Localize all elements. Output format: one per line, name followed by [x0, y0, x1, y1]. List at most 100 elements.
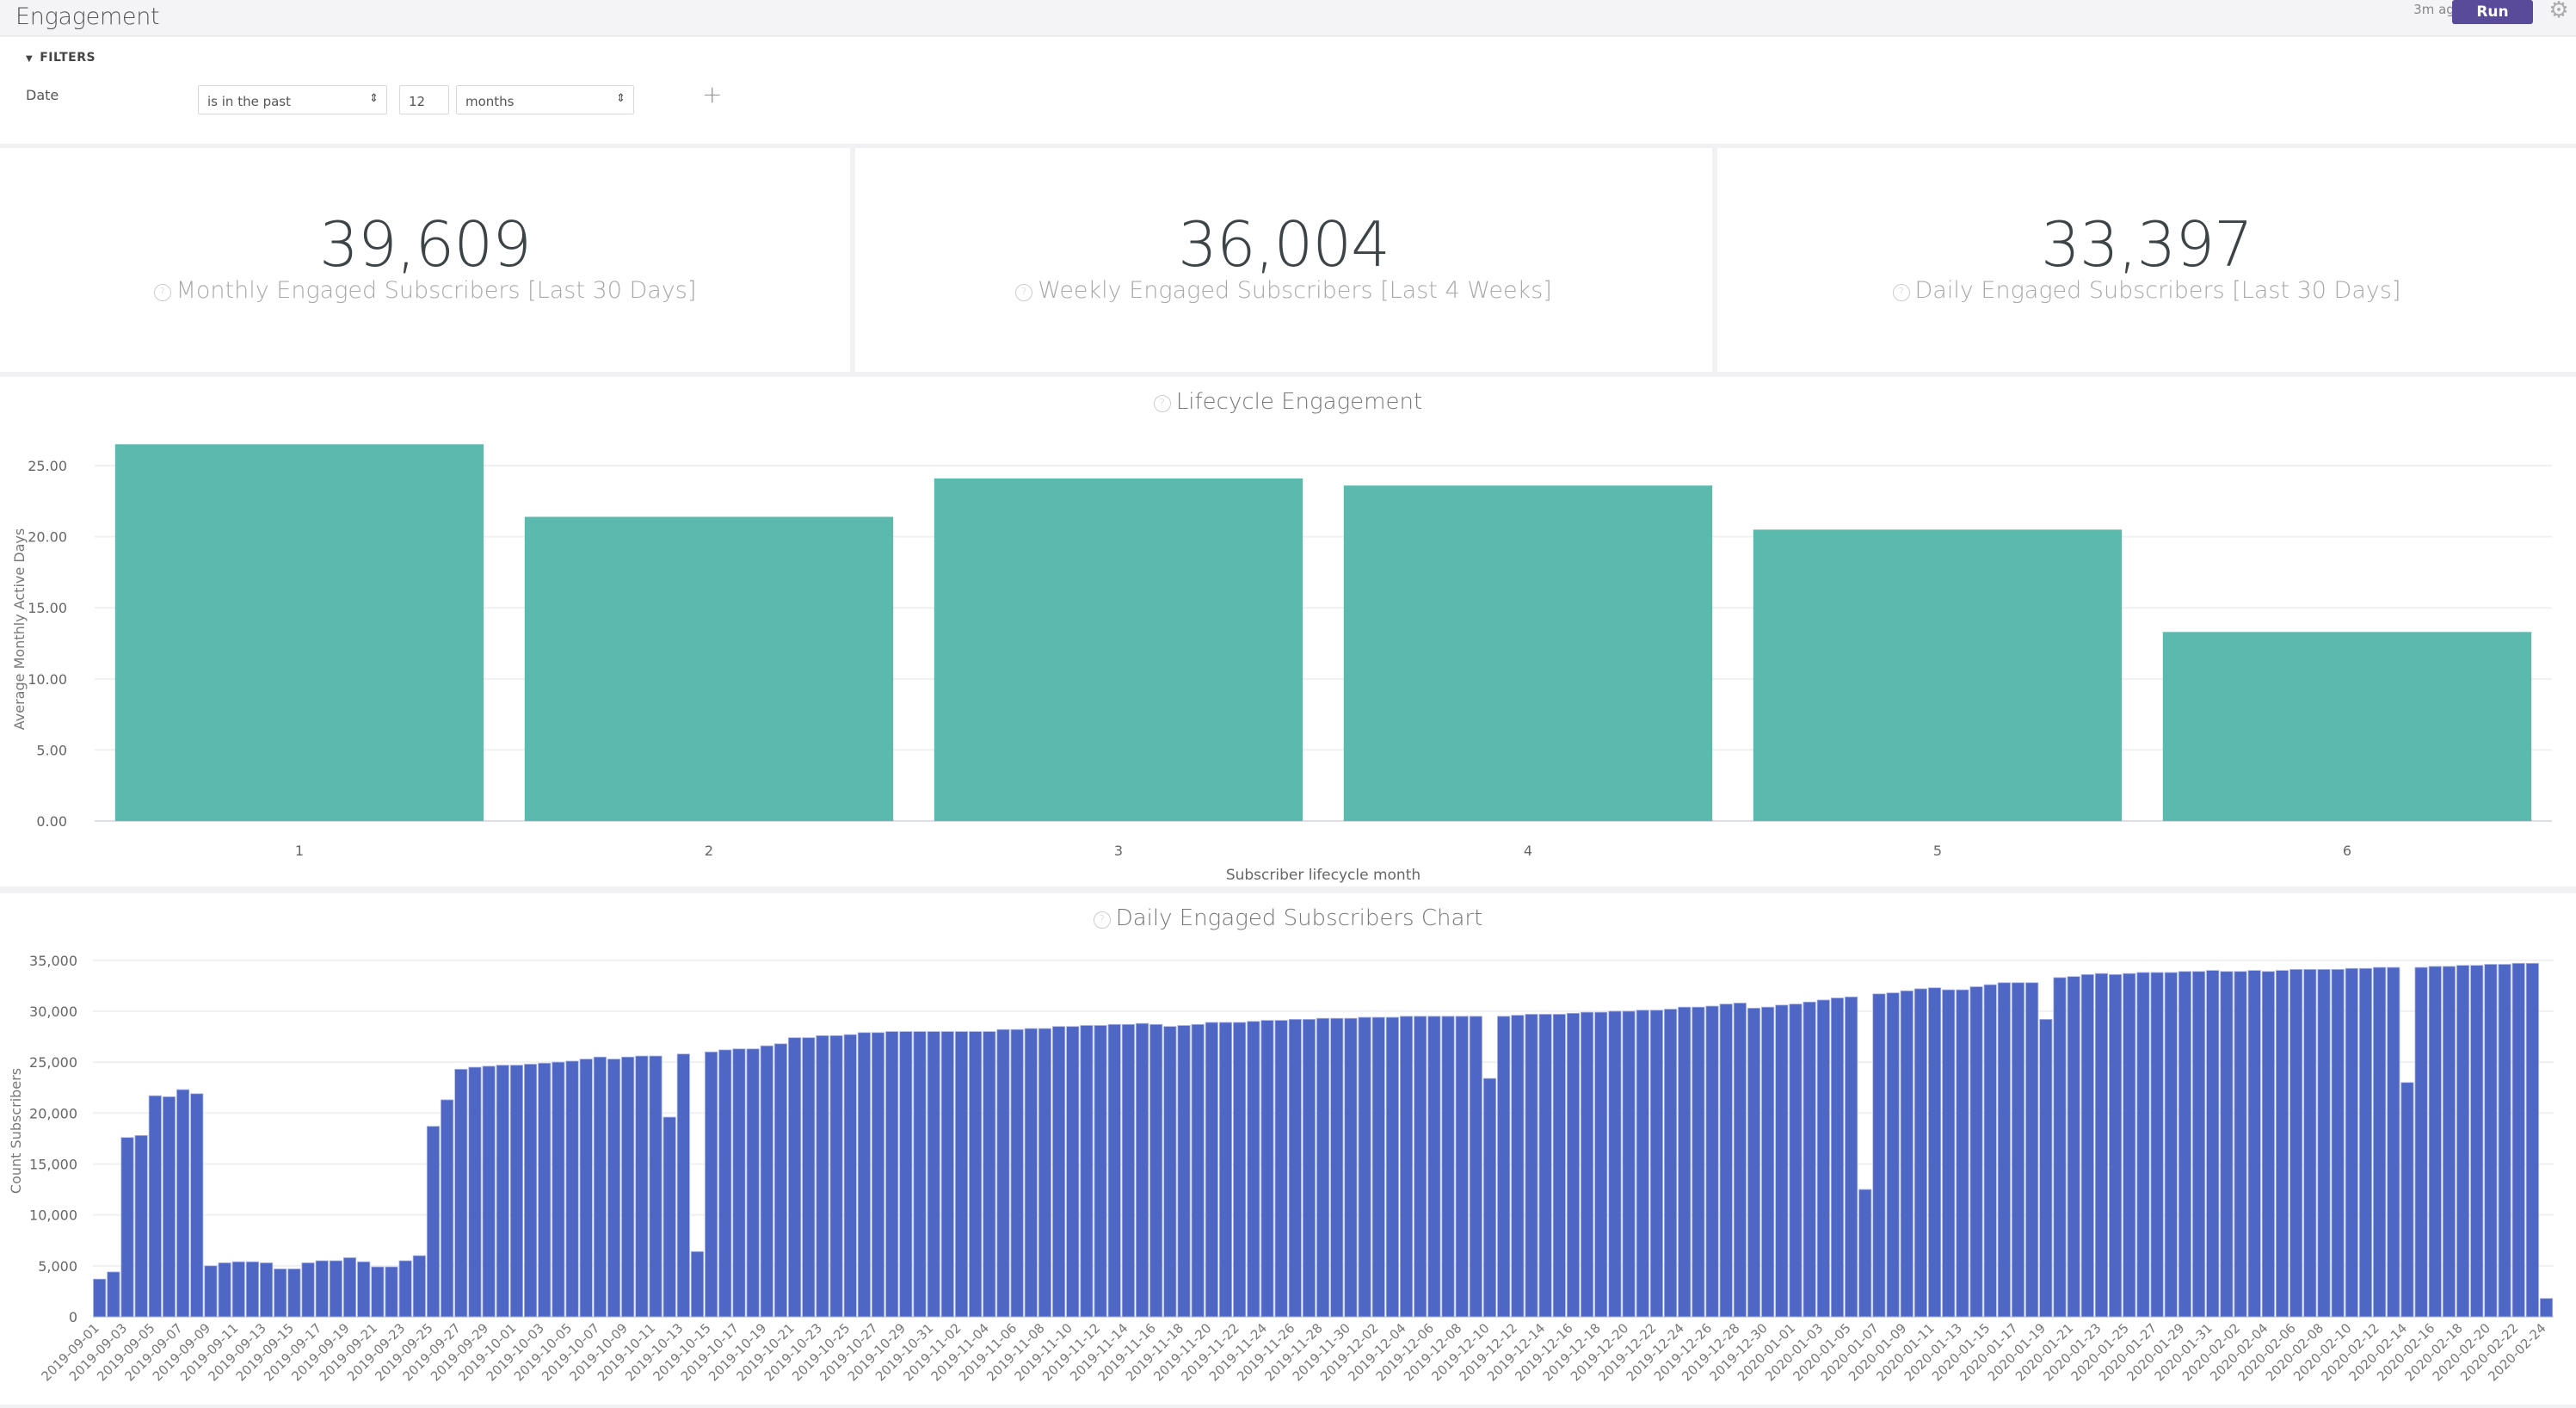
y-tick-label: 5,000 — [38, 1258, 77, 1275]
bar — [412, 1255, 426, 1318]
bar — [2484, 964, 2498, 1318]
bar — [940, 1031, 954, 1318]
bar — [1914, 988, 1927, 1318]
bar — [93, 1278, 107, 1318]
y-tick-label: 35,000 — [29, 953, 77, 969]
chart-title: ? Lifecycle Engagement — [0, 389, 2576, 415]
bar — [1803, 1001, 1816, 1318]
help-icon[interactable]: ? — [1093, 911, 1111, 929]
bar — [1177, 1025, 1191, 1318]
bar — [2094, 973, 2109, 1318]
chart-title: ? Daily Engaged Subscribers Chart — [0, 905, 2576, 931]
bar — [2178, 971, 2191, 1318]
bar — [2011, 982, 2025, 1318]
y-tick-label: 15,000 — [29, 1156, 77, 1172]
bar — [538, 1062, 552, 1318]
kpi-label-text: Monthly Engaged Subscribers [Last 30 Day… — [176, 277, 697, 304]
x-tick-label: 4 — [1524, 843, 1532, 859]
bar — [2234, 971, 2247, 1318]
filters-toggle-label: FILTERS — [40, 51, 96, 65]
bar — [2136, 972, 2150, 1318]
bar — [454, 1068, 468, 1318]
bar — [1330, 1017, 1344, 1318]
kpi-weekly-engaged: 36,004 ? Weekly Engaged Subscribers [Last… — [855, 148, 1712, 372]
bar — [1830, 997, 1845, 1318]
run-button[interactable]: Run — [2452, 0, 2533, 24]
bar — [1538, 1014, 1552, 1318]
bar — [1552, 1014, 1566, 1318]
filters-toggle[interactable]: ▼ FILTERS — [26, 51, 96, 65]
bar — [2414, 966, 2428, 1318]
bar — [1080, 1025, 1094, 1318]
x-tick-label: 5 — [1933, 843, 1942, 859]
bar — [1983, 984, 1997, 1318]
bar — [1024, 1028, 1038, 1318]
help-icon[interactable]: ? — [1015, 284, 1033, 301]
date-unit-select[interactable]: months ⇕ — [456, 85, 634, 114]
help-icon[interactable]: ? — [1892, 284, 1910, 301]
bar — [969, 1031, 983, 1318]
y-tick-label: 30,000 — [29, 1004, 77, 1020]
x-tick-label: 2 — [705, 843, 713, 859]
chart-title-text: Daily Engaged Subscribers Chart — [1115, 905, 1483, 931]
chart-title-text: Lifecycle Engagement — [1175, 389, 1423, 415]
bar — [2261, 971, 2275, 1318]
bar — [635, 1055, 649, 1318]
bar — [2123, 973, 2136, 1318]
bar — [899, 1031, 913, 1318]
bar — [2400, 1082, 2414, 1318]
bar — [1399, 1016, 1414, 1318]
bar — [2511, 962, 2525, 1318]
plus-icon[interactable]: + — [702, 80, 722, 108]
bar — [1511, 1015, 1525, 1318]
bar — [162, 1096, 176, 1318]
bar — [148, 1095, 162, 1318]
bar — [315, 1260, 329, 1318]
bar — [2080, 973, 2094, 1318]
date-amount-value: 12 — [409, 94, 426, 109]
bar — [301, 1262, 315, 1318]
page-title: Engagement — [15, 3, 160, 30]
bar — [2331, 969, 2345, 1318]
bar — [1455, 1016, 1469, 1318]
bar — [114, 444, 484, 821]
help-icon[interactable]: ? — [1153, 395, 1171, 412]
bar — [426, 1126, 441, 1318]
date-amount-input[interactable]: 12 — [399, 85, 449, 114]
caret-down-icon: ▼ — [26, 54, 34, 64]
bar — [1302, 1018, 1316, 1318]
bar — [274, 1268, 287, 1318]
bar — [871, 1032, 885, 1318]
bar — [2442, 966, 2456, 1318]
date-operator-select[interactable]: is in the past ⇕ — [198, 85, 387, 114]
bar — [927, 1031, 940, 1318]
bar — [2498, 964, 2511, 1318]
bar — [1385, 1016, 1399, 1318]
bar — [1316, 1017, 1330, 1318]
bar — [1358, 1016, 1371, 1318]
daily-engaged-panel: ? Daily Engaged Subscribers Chart 0 5,000 1… — [0, 893, 2576, 1405]
x-tick-label: 1 — [295, 843, 304, 859]
bar — [2289, 969, 2303, 1318]
gear-icon[interactable]: ⚙ — [2547, 0, 2571, 22]
kpi-monthly-engaged: 39,609 ? Monthly Engaged Subscribers [Las… — [0, 148, 850, 372]
bar — [1816, 999, 1830, 1318]
bar — [2470, 965, 2484, 1318]
bar — [954, 1031, 969, 1318]
help-icon[interactable]: ? — [153, 284, 171, 301]
bar — [732, 1048, 746, 1318]
y-axis-label: Average Monthly Active Days — [11, 528, 28, 730]
bar — [1247, 1021, 1260, 1318]
kpi-daily-engaged: 33,397 ? Daily Engaged Subscribers [Last … — [1717, 148, 2576, 372]
date-unit-value: months — [465, 94, 515, 109]
bar — [287, 1268, 301, 1318]
bar — [357, 1261, 371, 1318]
bar — [857, 1032, 871, 1318]
bar — [843, 1034, 857, 1318]
lifecycle-engagement-panel: ? Lifecycle Engagement 0.00 5.00 10.00 15.00… — [0, 377, 2576, 886]
y-tick-label: 10,000 — [29, 1207, 77, 1224]
bar — [829, 1034, 843, 1318]
bar — [649, 1055, 662, 1318]
bar — [1482, 1078, 1497, 1318]
bar — [552, 1061, 565, 1318]
